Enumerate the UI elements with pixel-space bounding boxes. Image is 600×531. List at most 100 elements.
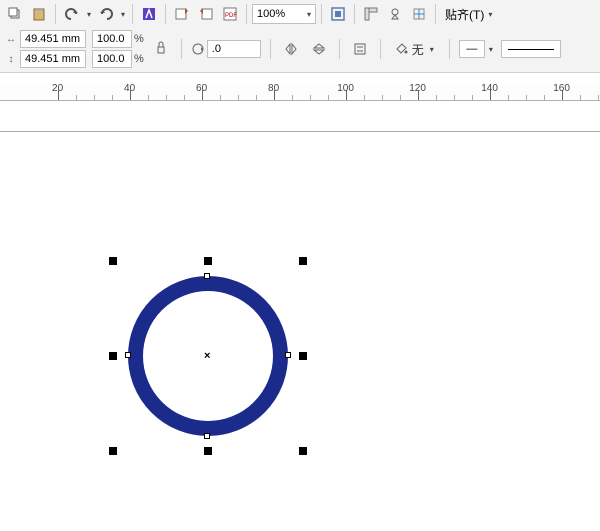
divider — [435, 4, 436, 24]
fill-control[interactable]: 无 ▾ — [390, 41, 440, 58]
shape-node-right[interactable] — [285, 352, 291, 358]
export-button[interactable] — [195, 3, 217, 25]
rotate-icon — [191, 42, 205, 56]
app-launcher-button[interactable] — [138, 3, 160, 25]
snap-label: 贴齐(T) — [445, 6, 484, 23]
divider — [339, 39, 340, 59]
ruler-minor-tick — [454, 95, 455, 100]
toolbar-area: ▾ ▾ PDF 100% ▾ — [0, 0, 600, 73]
object-height-input[interactable] — [20, 50, 86, 68]
resize-handle-tr[interactable] — [299, 257, 307, 265]
divider — [165, 4, 166, 24]
publish-pdf-button[interactable]: PDF — [219, 3, 241, 25]
divider — [270, 39, 271, 59]
scale-x-input[interactable] — [92, 30, 132, 48]
divider — [354, 4, 355, 24]
fill-value: 无 — [412, 41, 424, 58]
resize-handle-bc[interactable] — [204, 447, 212, 455]
resize-handle-tc[interactable] — [204, 257, 212, 265]
wrap-text-button[interactable] — [349, 38, 371, 60]
ruler-minor-tick — [436, 95, 437, 100]
zoom-input[interactable]: 100% ▾ — [252, 4, 316, 24]
horizontal-ruler[interactable]: 20406080100120140160 — [0, 83, 600, 101]
ruler-label: 140 — [481, 83, 498, 94]
width-dim-icon: ↔ — [4, 32, 18, 46]
percent-label: % — [134, 33, 144, 45]
show-grid-button[interactable] — [384, 3, 406, 25]
selection-bounding-box: × — [113, 261, 303, 451]
percent-label: % — [134, 53, 144, 65]
redo-dropdown[interactable]: ▾ — [119, 10, 127, 19]
import-button[interactable] — [171, 3, 193, 25]
ruler-minor-tick — [112, 95, 113, 100]
ruler-minor-tick — [166, 95, 167, 100]
ruler-minor-tick — [526, 95, 527, 100]
lock-ratio-button[interactable] — [150, 38, 172, 60]
fill-bucket-icon — [394, 41, 408, 58]
divider — [449, 39, 450, 59]
ruler-minor-tick — [94, 95, 95, 100]
shape-node-left[interactable] — [125, 352, 131, 358]
scale-y-input[interactable] — [92, 50, 132, 68]
ruler-minor-tick — [508, 95, 509, 100]
redo-button[interactable] — [95, 3, 117, 25]
chevron-down-icon: ▾ — [428, 45, 436, 54]
undo-button[interactable] — [61, 3, 83, 25]
show-rulers-button[interactable] — [360, 3, 382, 25]
canvas[interactable]: × — [0, 101, 600, 531]
paste-button[interactable] — [28, 3, 50, 25]
copy-button[interactable] — [4, 3, 26, 25]
resize-handle-mr[interactable] — [299, 352, 307, 360]
zoom-value: 100% — [257, 8, 285, 20]
svg-text:PDF: PDF — [225, 13, 237, 19]
height-dim-icon: ↕ — [4, 52, 18, 66]
shape-node-top[interactable] — [204, 273, 210, 279]
chevron-down-icon: ▾ — [486, 10, 494, 19]
object-width-input[interactable] — [20, 30, 86, 48]
resize-handle-bl[interactable] — [109, 447, 117, 455]
rotation-group — [191, 40, 261, 58]
stroke-style-preview — [501, 40, 561, 58]
ruler-label: 60 — [196, 83, 207, 94]
undo-dropdown[interactable]: ▾ — [85, 10, 93, 19]
ruler-minor-tick — [238, 95, 239, 100]
ruler-minor-tick — [364, 95, 365, 100]
ruler-minor-tick — [76, 95, 77, 100]
ruler-minor-tick — [256, 95, 257, 100]
ruler-label: 40 — [124, 83, 135, 94]
main-toolbar: ▾ ▾ PDF 100% ▾ — [0, 0, 600, 28]
snap-to-button[interactable]: 贴齐(T) ▾ — [441, 3, 498, 25]
resize-handle-br[interactable] — [299, 447, 307, 455]
zoom-dropdown-icon: ▾ — [307, 10, 311, 19]
divider — [380, 39, 381, 59]
resize-handle-ml[interactable] — [109, 352, 117, 360]
ruler-minor-tick — [148, 95, 149, 100]
stroke-width-value: — — [459, 40, 485, 58]
ruler-minor-tick — [382, 95, 383, 100]
ruler-minor-tick — [544, 95, 545, 100]
ruler-minor-tick — [472, 95, 473, 100]
divider — [321, 4, 322, 24]
object-size-group: ↔ ↕ — [4, 30, 86, 68]
rotation-input[interactable] — [207, 40, 261, 58]
ruler-minor-tick — [220, 95, 221, 100]
fullscreen-button[interactable] — [327, 3, 349, 25]
ruler-minor-tick — [328, 95, 329, 100]
divider — [55, 4, 56, 24]
divider — [246, 4, 247, 24]
ruler-minor-tick — [310, 95, 311, 100]
ruler-label: 100 — [337, 83, 354, 94]
mirror-horizontal-button[interactable] — [280, 38, 302, 60]
divider — [181, 39, 182, 59]
stroke-width-control[interactable]: — ▾ — [459, 40, 495, 58]
ruler-label: 160 — [553, 83, 570, 94]
property-bar: ↔ ↕ % % — [0, 28, 600, 72]
ruler-minor-tick — [400, 95, 401, 100]
stroke-style-control[interactable] — [501, 40, 561, 58]
chevron-down-icon: ▾ — [487, 45, 495, 54]
ruler-label: 120 — [409, 83, 426, 94]
shape-node-bottom[interactable] — [204, 433, 210, 439]
mirror-vertical-button[interactable] — [308, 38, 330, 60]
resize-handle-tl[interactable] — [109, 257, 117, 265]
show-guides-button[interactable] — [408, 3, 430, 25]
